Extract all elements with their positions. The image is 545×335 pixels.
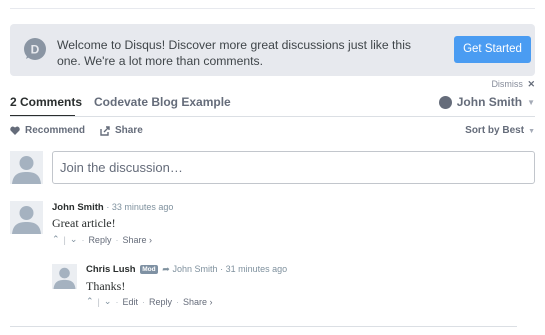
recommend-label: Recommend	[25, 125, 86, 136]
share-link[interactable]: Share ›	[183, 297, 213, 307]
comment-body: Great article!	[52, 216, 116, 230]
dismiss-link[interactable]: Dismiss ✕	[491, 79, 535, 90]
thread-actions: Recommend Share Sort by Best ▼	[10, 125, 535, 139]
bottom-divider	[10, 326, 517, 327]
heart-icon	[10, 126, 20, 135]
comment-header: John Smith · 33 minutes ago	[52, 202, 173, 213]
user-avatar-icon	[438, 95, 452, 109]
separator: ·	[81, 234, 85, 245]
share-button[interactable]: Share	[100, 125, 143, 136]
dismiss-label: Dismiss	[491, 79, 523, 89]
share-label: Share	[115, 125, 143, 136]
top-divider	[10, 8, 535, 9]
default-avatar-icon	[10, 201, 43, 234]
mod-badge: Mod	[140, 265, 158, 274]
downvote-icon[interactable]: ⌄	[70, 234, 78, 245]
tab-comments[interactable]: 2 Comments	[10, 95, 82, 109]
default-avatar-icon	[52, 264, 77, 289]
sort-dropdown[interactable]: Sort by Best ▼	[465, 125, 535, 136]
user-name: John Smith	[456, 95, 523, 109]
get-started-button[interactable]: Get Started	[454, 36, 531, 63]
reply-link[interactable]: Reply	[88, 235, 111, 245]
dismiss-x-icon: ✕	[527, 79, 535, 89]
separator: ·	[175, 296, 179, 307]
tabs-divider	[10, 116, 535, 117]
welcome-message: Welcome to Disqus! Discover more great d…	[57, 38, 412, 68]
composer-avatar	[10, 151, 43, 184]
reply-body: Thanks!	[86, 279, 126, 293]
reply-author[interactable]: Chris Lush	[86, 264, 136, 275]
user-menu[interactable]: John Smith ▼	[438, 95, 535, 109]
comment-author[interactable]: John Smith	[52, 202, 104, 213]
separator: ·	[115, 296, 119, 307]
reply-timestamp[interactable]: 31 minutes ago	[226, 264, 288, 274]
reply-header: Chris Lush Mod ➦ John Smith · 31 minutes…	[86, 264, 287, 275]
upvote-icon[interactable]: ⌃	[52, 234, 60, 245]
separator: ·	[115, 234, 119, 245]
tab-community[interactable]: Codevate Blog Example	[94, 95, 231, 109]
comment-footer: ⌃ | ⌄ · Reply · Share ›	[52, 234, 152, 245]
share-link[interactable]: Share ›	[122, 235, 152, 245]
comment-avatar[interactable]	[10, 201, 43, 234]
reply-arrow-icon: ➦	[162, 264, 170, 274]
recommend-button[interactable]: Recommend	[10, 125, 85, 136]
separator: ·	[141, 296, 145, 307]
default-avatar-icon	[10, 151, 43, 184]
separator: |	[63, 234, 66, 245]
welcome-banner: D Welcome to Disqus! Discover more great…	[10, 24, 535, 76]
reply-link[interactable]: Reply	[149, 297, 172, 307]
reply-footer: ⌃ | ⌄ · Edit · Reply · Share ›	[86, 296, 212, 307]
sort-label: Sort by Best	[465, 125, 525, 136]
svg-text:D: D	[31, 43, 40, 57]
downvote-icon[interactable]: ⌄	[104, 296, 112, 307]
upvote-icon[interactable]: ⌃	[86, 296, 94, 307]
reply-to-user[interactable]: John Smith	[172, 264, 217, 274]
edit-link[interactable]: Edit	[122, 297, 138, 307]
separator: |	[97, 296, 100, 307]
comment-input[interactable]	[52, 151, 535, 184]
chevron-down-icon: ▼	[528, 128, 535, 135]
disqus-logo-icon: D	[24, 38, 46, 60]
reply-avatar[interactable]	[52, 264, 77, 289]
share-icon	[100, 125, 110, 136]
chevron-down-icon: ▼	[527, 97, 535, 107]
comment-timestamp[interactable]: 33 minutes ago	[112, 202, 174, 212]
